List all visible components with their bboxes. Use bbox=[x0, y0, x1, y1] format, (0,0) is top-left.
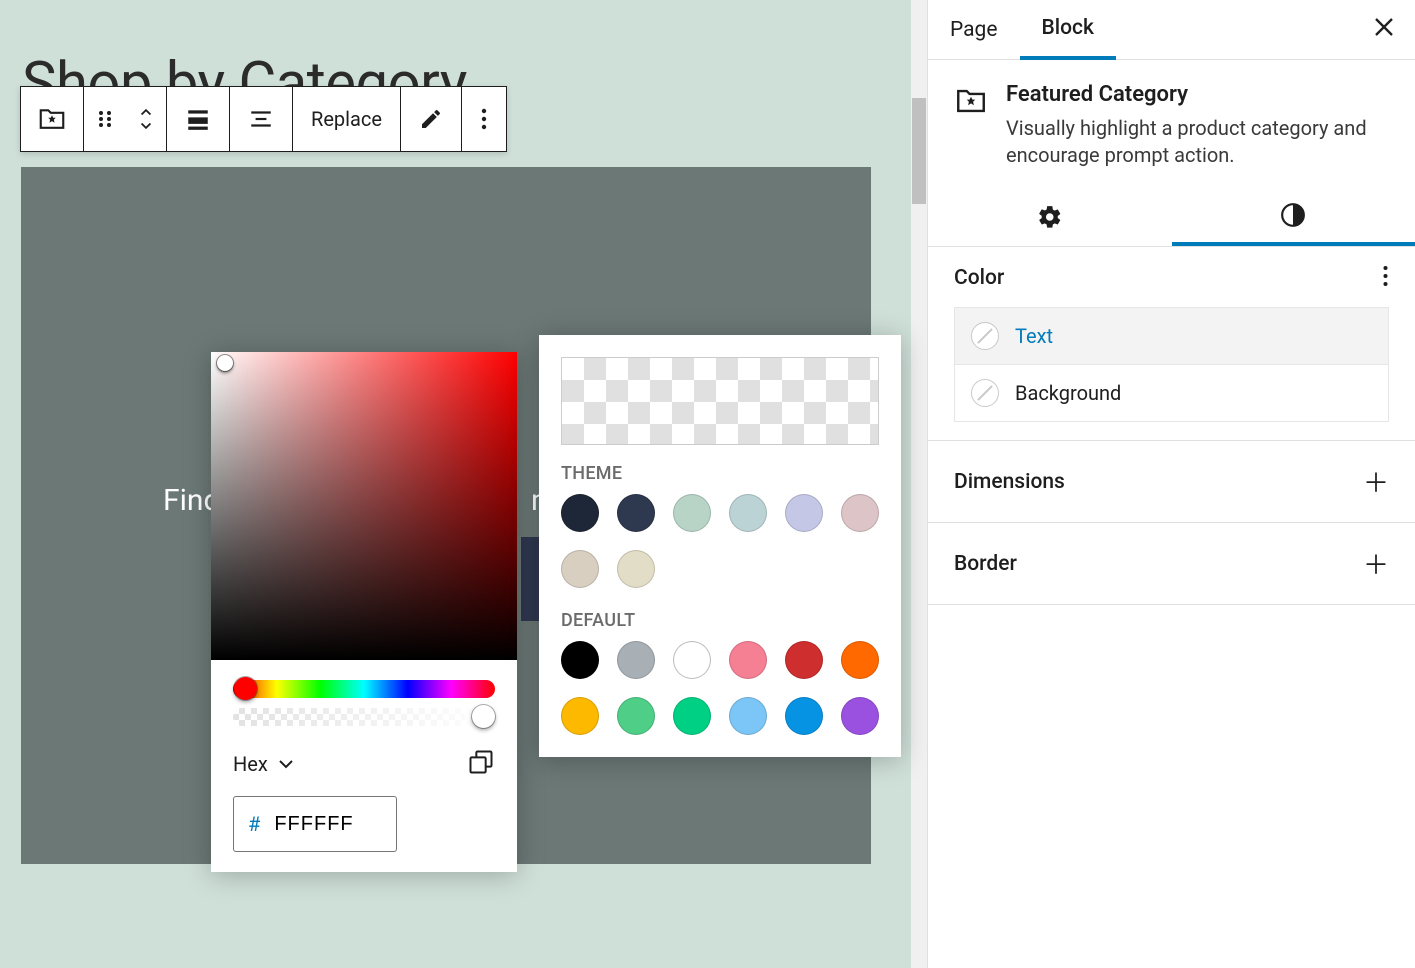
more-vertical-icon bbox=[1382, 265, 1389, 287]
theme-swatches-label: THEME bbox=[561, 463, 879, 484]
align-center-icon bbox=[248, 106, 274, 132]
theme-swatch-grid bbox=[561, 494, 879, 588]
hex-hash-label: # bbox=[248, 812, 260, 836]
color-swatch[interactable] bbox=[561, 550, 599, 588]
default-swatches-label: DEFAULT bbox=[561, 610, 879, 631]
replace-button[interactable]: Replace bbox=[293, 87, 401, 151]
hex-input[interactable] bbox=[274, 813, 382, 836]
plus-icon: ＋ bbox=[1363, 545, 1389, 582]
alpha-slider[interactable] bbox=[233, 708, 495, 726]
editor-canvas: Shop by Category bbox=[0, 0, 927, 968]
color-item-text-label: Text bbox=[1015, 324, 1053, 348]
hex-input-wrap: # bbox=[233, 796, 397, 852]
chevron-up-down-icon bbox=[138, 104, 154, 134]
dimensions-panel-toggle[interactable]: Dimensions ＋ bbox=[928, 441, 1415, 523]
drag-handle-icon bbox=[96, 107, 114, 131]
featured-category-icon bbox=[954, 84, 988, 118]
color-item-text[interactable]: Text bbox=[955, 308, 1388, 364]
color-swatch[interactable] bbox=[561, 494, 599, 532]
align-button[interactable] bbox=[167, 87, 230, 151]
styles-icon bbox=[1280, 202, 1306, 228]
scrollbar-thumb[interactable] bbox=[912, 98, 926, 204]
tab-settings[interactable] bbox=[928, 187, 1172, 246]
color-item-background-label: Background bbox=[1015, 381, 1121, 405]
color-swatch[interactable] bbox=[673, 697, 711, 735]
inspector-subtabs bbox=[928, 187, 1415, 247]
close-sidebar-button[interactable] bbox=[1373, 16, 1395, 42]
settings-tabs: Page Block bbox=[928, 0, 1415, 60]
pencil-icon bbox=[419, 107, 443, 131]
featured-category-icon bbox=[37, 104, 67, 134]
more-vertical-icon bbox=[480, 107, 488, 131]
color-swatch[interactable] bbox=[841, 494, 879, 532]
tab-block[interactable]: Block bbox=[1020, 0, 1116, 60]
color-swatch[interactable] bbox=[617, 550, 655, 588]
color-swatch[interactable] bbox=[673, 641, 711, 679]
color-panel: Color Text Background bbox=[928, 247, 1415, 441]
tab-page[interactable]: Page bbox=[928, 0, 1020, 60]
color-format-label: Hex bbox=[233, 752, 268, 776]
color-picker-popover: Hex # bbox=[211, 352, 517, 872]
block-summary: Featured Category Visually highlight a p… bbox=[928, 60, 1415, 187]
border-panel-toggle[interactable]: Border ＋ bbox=[928, 523, 1415, 605]
color-swatch[interactable] bbox=[729, 697, 767, 735]
block-description: Visually highlight a product category an… bbox=[1006, 115, 1389, 169]
default-swatch-grid bbox=[561, 641, 879, 735]
content-align-button[interactable] bbox=[230, 87, 293, 151]
chevron-down-icon bbox=[278, 759, 294, 769]
align-full-icon bbox=[185, 106, 211, 132]
block-name: Featured Category bbox=[1006, 82, 1389, 107]
edit-button[interactable] bbox=[401, 87, 462, 151]
tab-styles[interactable] bbox=[1172, 187, 1415, 246]
hue-slider[interactable] bbox=[233, 680, 495, 698]
color-swatch[interactable] bbox=[617, 641, 655, 679]
color-swatch[interactable] bbox=[785, 697, 823, 735]
block-toolbar: Replace bbox=[20, 86, 507, 152]
dimensions-label: Dimensions bbox=[954, 470, 1065, 494]
saturation-handle[interactable] bbox=[217, 355, 233, 371]
color-swatch[interactable] bbox=[561, 697, 599, 735]
color-swatch[interactable] bbox=[561, 641, 599, 679]
more-options-button[interactable] bbox=[462, 87, 506, 151]
settings-sidebar: Page Block Featured Category Visually hi… bbox=[927, 0, 1415, 968]
color-swatch[interactable] bbox=[729, 641, 767, 679]
color-swatch[interactable] bbox=[729, 494, 767, 532]
color-swatch[interactable] bbox=[617, 697, 655, 735]
color-format-select[interactable]: Hex bbox=[233, 752, 294, 776]
color-swatch[interactable] bbox=[841, 641, 879, 679]
gear-icon bbox=[1037, 204, 1063, 230]
plus-icon: ＋ bbox=[1363, 463, 1389, 500]
hue-handle[interactable] bbox=[234, 677, 257, 700]
block-type-button[interactable] bbox=[21, 87, 84, 151]
replace-label: Replace bbox=[311, 107, 382, 131]
color-swatch[interactable] bbox=[785, 641, 823, 679]
color-items-list: Text Background bbox=[954, 307, 1389, 422]
color-preview[interactable] bbox=[561, 357, 879, 445]
color-panel-title: Color bbox=[954, 266, 1004, 290]
swatch-popover: THEME DEFAULT bbox=[539, 335, 901, 757]
color-swatch[interactable] bbox=[617, 494, 655, 532]
none-color-chip-icon bbox=[971, 322, 999, 350]
color-swatch[interactable] bbox=[841, 697, 879, 735]
color-swatch[interactable] bbox=[673, 494, 711, 532]
copy-color-button[interactable] bbox=[467, 748, 495, 780]
color-swatch[interactable] bbox=[785, 494, 823, 532]
saturation-area[interactable] bbox=[211, 352, 517, 660]
move-up-down-button[interactable] bbox=[126, 87, 167, 151]
drag-handle-button[interactable] bbox=[84, 87, 126, 151]
alpha-handle[interactable] bbox=[472, 705, 495, 728]
border-label: Border bbox=[954, 552, 1017, 576]
none-color-chip-icon bbox=[971, 379, 999, 407]
copy-icon bbox=[467, 748, 495, 776]
color-panel-options-button[interactable] bbox=[1382, 265, 1389, 291]
scrollbar-track[interactable] bbox=[911, 0, 927, 968]
color-item-background[interactable]: Background bbox=[955, 364, 1388, 421]
close-icon bbox=[1373, 16, 1395, 38]
